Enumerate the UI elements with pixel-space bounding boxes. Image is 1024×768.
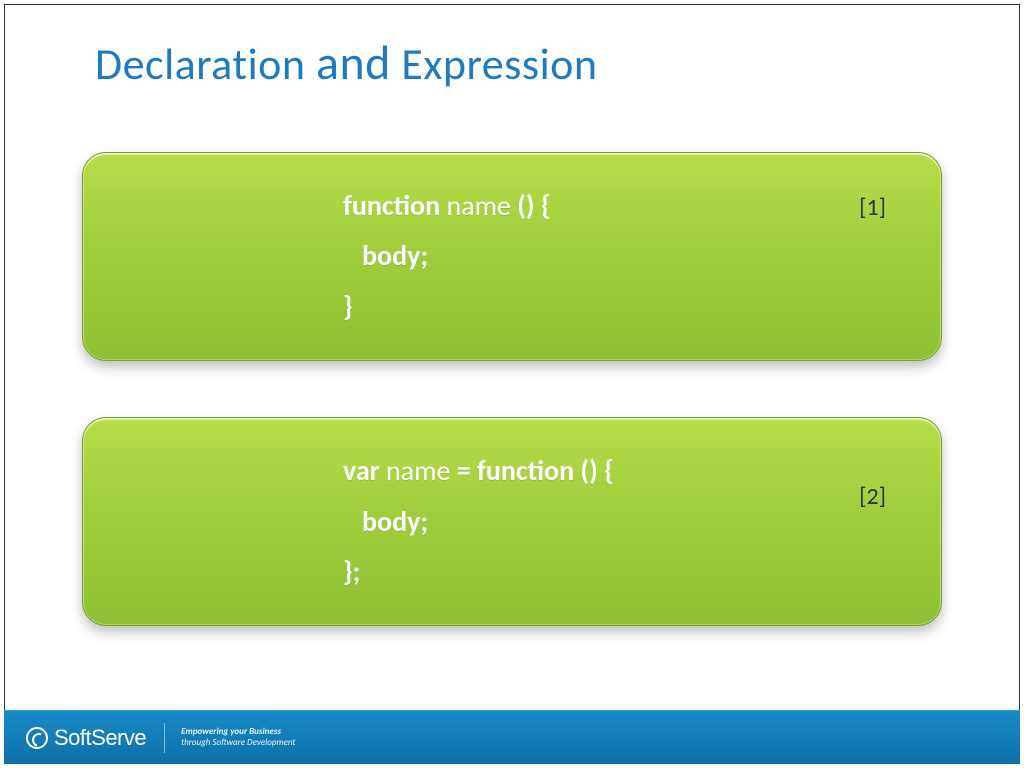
code-token: function <box>343 188 440 223</box>
code-line: var name = function () { <box>343 446 901 496</box>
logo-icon <box>26 727 48 749</box>
tagline-line-1: Empowering your Business <box>181 727 295 738</box>
brand-name: SoftServe <box>54 725 146 751</box>
code-block-2: var name = function () { body;}; <box>343 446 901 597</box>
code-token: name <box>440 188 517 223</box>
code-line: } <box>343 282 901 332</box>
brand-word-1: Soft <box>54 725 91 750</box>
slide-title: Declaration and Expression <box>5 5 1019 92</box>
code-line: function name () { <box>343 181 901 231</box>
reference-tag-2: [2] <box>859 482 886 511</box>
code-line: body; <box>343 231 901 281</box>
code-card-declaration: [1] function name () { body;} <box>82 152 942 361</box>
code-token: var <box>343 453 380 488</box>
reference-tag-1: [1] <box>859 193 886 222</box>
code-token: name <box>380 453 457 488</box>
brand-word-2: Serve <box>91 725 146 750</box>
footer-divider <box>164 723 165 753</box>
code-card-expression: [2] var name = function () { body;}; <box>82 417 942 626</box>
slide-frame: Declaration and Expression [1] function … <box>4 4 1020 764</box>
brand-tagline: Empowering your Business through Softwar… <box>181 727 295 749</box>
footer-bar: SoftServe Empowering your Business throu… <box>4 710 1020 764</box>
code-line: }; <box>343 547 901 597</box>
code-token: = function () { <box>457 453 614 488</box>
title-word-2: and <box>316 33 391 92</box>
code-token: body; <box>343 238 428 273</box>
code-token: body; <box>343 504 428 539</box>
tagline-line-2: through Software Development <box>181 738 295 749</box>
title-word-1: Declaration <box>95 37 306 91</box>
code-token: () { <box>517 188 550 223</box>
code-line: body; <box>343 497 901 547</box>
code-token: }; <box>343 554 360 589</box>
brand-logo: SoftServe <box>26 725 146 751</box>
title-word-3: Expression <box>401 37 597 91</box>
code-block-1: function name () { body;} <box>343 181 901 332</box>
code-token: } <box>343 289 353 324</box>
